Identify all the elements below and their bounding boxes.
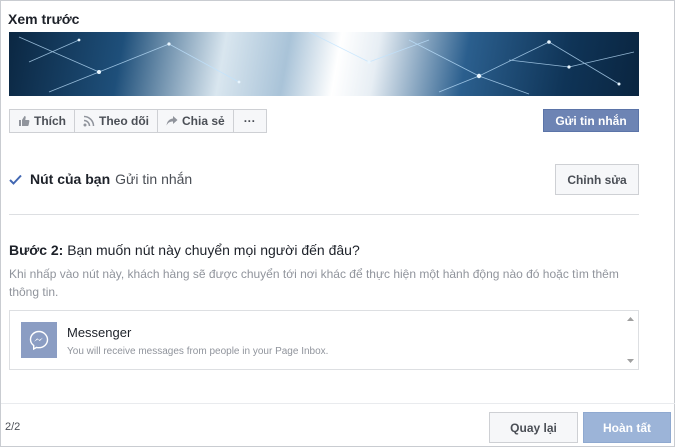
follow-button[interactable]: Theo dõi xyxy=(74,109,158,133)
share-arrow-icon xyxy=(166,116,178,126)
back-button[interactable]: Quay lại xyxy=(489,412,578,443)
more-dots-icon: ··· xyxy=(243,114,256,128)
preview-title: Xem trước xyxy=(8,11,80,27)
more-options-button[interactable]: ··· xyxy=(232,109,267,133)
option-description: You will receive messages from people in… xyxy=(67,346,329,357)
section-divider xyxy=(9,214,639,215)
thumbs-up-icon xyxy=(19,116,30,126)
send-message-button[interactable]: Gửi tin nhắn xyxy=(543,109,639,132)
scroll-down-arrow-icon[interactable] xyxy=(627,359,634,363)
option-scrollbar[interactable] xyxy=(623,311,638,369)
footer-divider xyxy=(1,403,675,404)
step-number: Bước 2: xyxy=(9,242,64,258)
messenger-bubble-icon xyxy=(29,330,49,350)
done-button[interactable]: Hoàn tất xyxy=(583,412,671,443)
cover-photo xyxy=(9,32,639,96)
your-button-value: Gửi tin nhắn xyxy=(115,171,193,187)
scroll-up-arrow-icon[interactable] xyxy=(627,317,634,321)
step-question: Bạn muốn nút này chuyển mọi người đến đâ… xyxy=(67,242,360,258)
edit-button[interactable]: Chỉnh sửa xyxy=(555,164,639,195)
network-pattern-image xyxy=(18,32,635,95)
messenger-icon xyxy=(21,322,57,358)
share-button[interactable]: Chia sẻ xyxy=(157,109,234,133)
like-label: Thích xyxy=(34,114,66,128)
your-button-row: Nút của bạn Gửi tin nhắn xyxy=(9,171,192,187)
like-button[interactable]: Thích xyxy=(9,109,75,133)
step-description: Khi nhấp vào nút này, khách hàng sẽ được… xyxy=(9,267,619,299)
page-counter: 2/2 xyxy=(5,421,21,433)
dialog-frame: Xem trước Thích Theo dõi Chia sẻ ··· Gửi… xyxy=(0,0,675,447)
rss-icon xyxy=(83,115,95,127)
destination-option-list[interactable]: Messenger You will receive messages from… xyxy=(9,310,639,370)
your-button-label: Nút của bạn xyxy=(30,171,111,187)
step-heading: Bước 2: Bạn muốn nút này chuyển mọi ngườ… xyxy=(9,242,360,258)
page-action-bar: Thích Theo dõi Chia sẻ ··· xyxy=(9,109,267,133)
checkmark-icon xyxy=(9,174,22,185)
follow-label: Theo dõi xyxy=(99,114,149,128)
option-name: Messenger xyxy=(67,325,132,340)
share-label: Chia sẻ xyxy=(182,114,225,128)
